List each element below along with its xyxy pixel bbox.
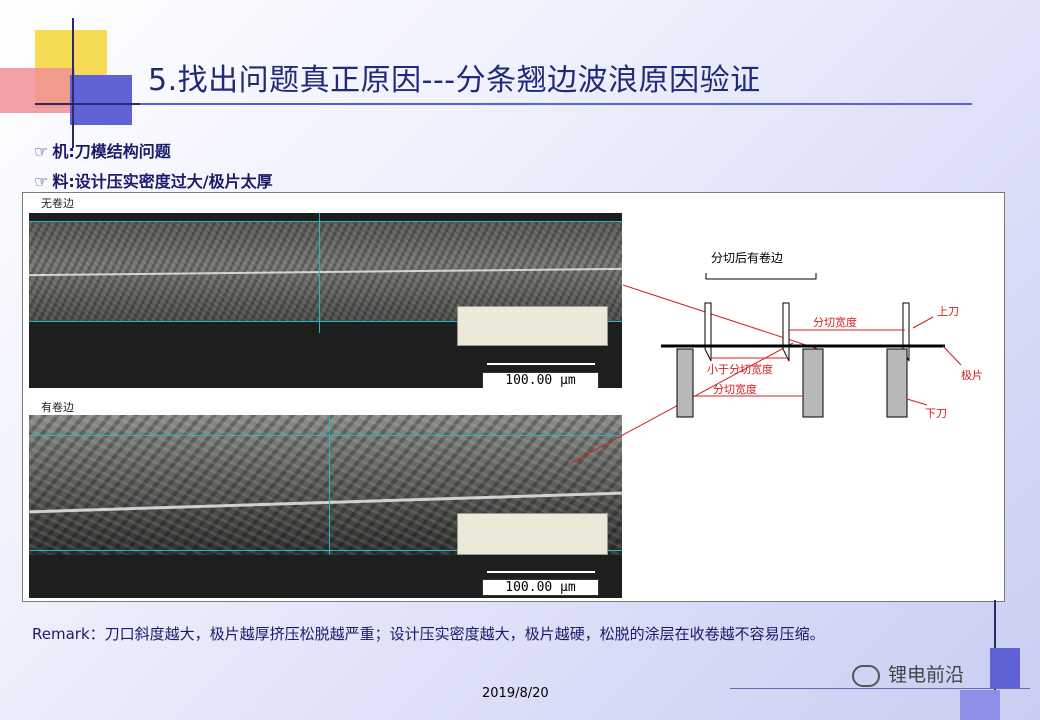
- label-less-width: 小于分切宽度: [707, 362, 773, 376]
- watermark-text: 锂电前沿: [888, 664, 965, 686]
- chat-bubble-icon: [852, 664, 880, 687]
- title-underline-accent: [140, 103, 972, 105]
- bullet-text: 料:设计压实密度过大/极片太厚: [52, 172, 273, 191]
- lower-blade-mid: [802, 348, 824, 418]
- slide-title: 5.找出问题真正原因---分条翘边波浪原因验证: [148, 63, 761, 98]
- watermark: 锂电前沿: [852, 660, 964, 687]
- label-lower-blade: 下刀: [925, 407, 947, 420]
- corner-square-blue: [70, 75, 132, 125]
- label-upper-blade: 上刀: [937, 305, 959, 318]
- heading-bracket: [705, 273, 817, 280]
- slide-date: 2019/8/20: [482, 686, 549, 701]
- pointer-upper-blade: [912, 316, 934, 329]
- corner-line-vertical: [72, 18, 74, 148]
- corner-square-pink: [0, 68, 75, 113]
- label-sheet: 极片: [961, 368, 983, 382]
- corner-square-blue-right: [990, 648, 1020, 688]
- bullet-material: ☞ 料:设计压实密度过大/极片太厚: [34, 168, 273, 192]
- corner-square-lilac: [960, 690, 1000, 720]
- bullet-text: 机:刀模结构问题: [52, 142, 171, 161]
- pointer-lower-blade: [906, 398, 928, 406]
- figure-panel: 无卷边 100.00 μm 有卷边 100.00 μm 分切后有卷边 分切宽度 …: [22, 192, 1005, 602]
- footer-line: [730, 688, 1030, 689]
- pointing-hand-icon: ☞: [34, 142, 49, 161]
- lower-blade-left: [676, 348, 694, 418]
- upper-blade-left: [704, 302, 712, 362]
- slitting-diagram: 分切后有卷边 分切宽度 上刀 极片 小于分切宽度 分切宽度 下刀: [661, 250, 983, 420]
- upper-blade-mid: [782, 302, 790, 362]
- lower-blade-right: [886, 348, 908, 418]
- diagram-heading: 分切后有卷边: [711, 250, 783, 265]
- pointer-sheet: [942, 345, 962, 366]
- remark-text: Remark：刀口斜度越大，极片越厚挤压松脱越严重；设计压实密度越大，极片越硬，…: [32, 625, 825, 643]
- label-slit-width: 分切宽度: [813, 315, 857, 329]
- pointing-hand-icon: ☞: [34, 172, 49, 191]
- bullet-machine: ☞ 机:刀模结构问题: [34, 138, 171, 162]
- label-slit-width-bottom: 分切宽度: [713, 382, 757, 396]
